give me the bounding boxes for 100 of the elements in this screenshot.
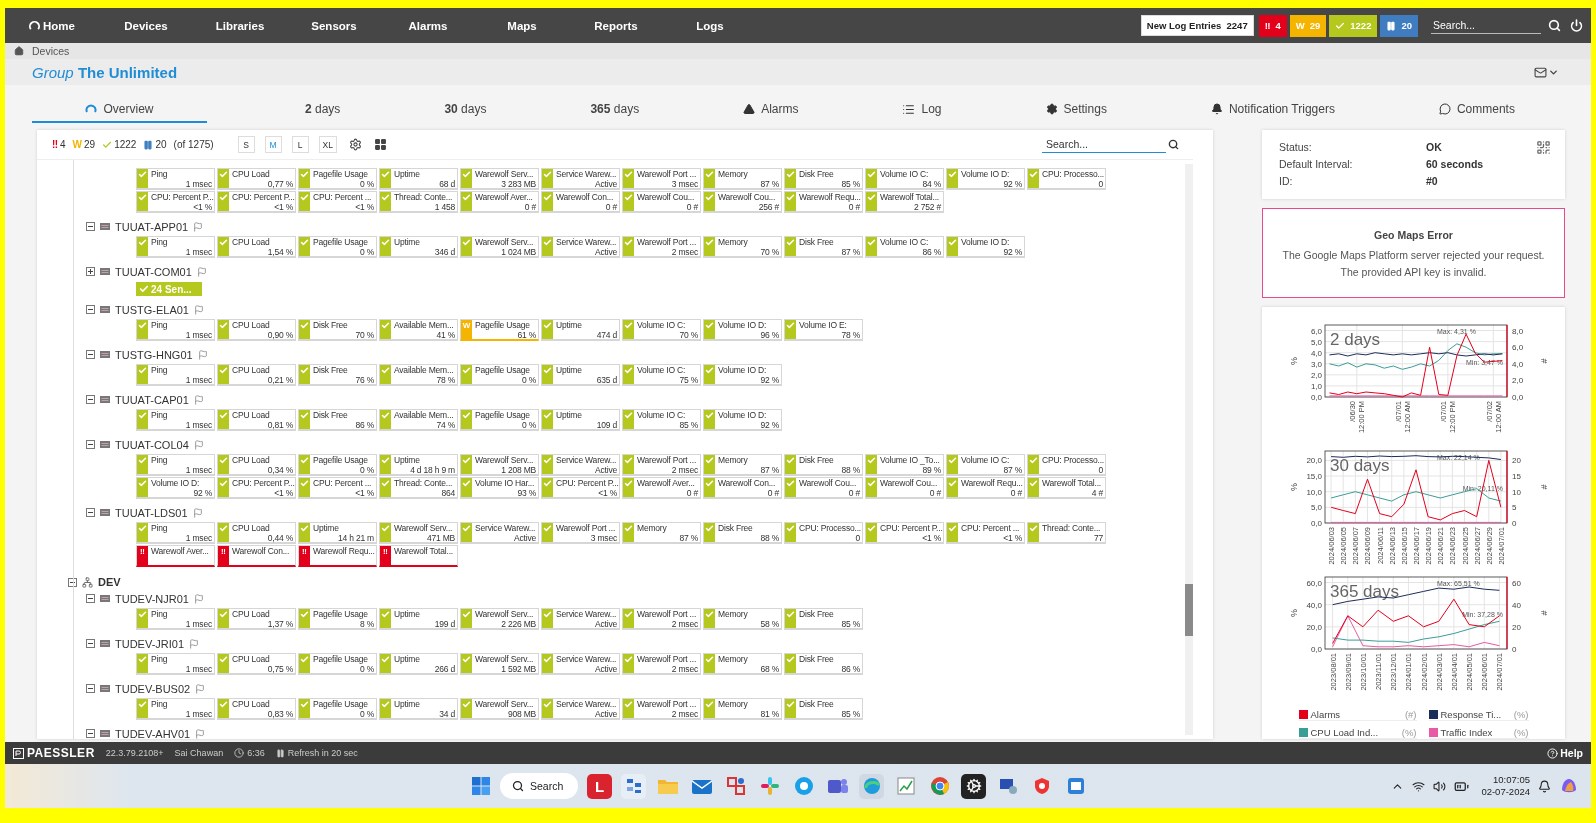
sensor-tile[interactable]: Uptime 68 d [379, 168, 458, 190]
sensor-tile[interactable]: Warewolf Con... 0 # [703, 477, 782, 499]
device-name[interactable]: TUSTG-ELA01 [115, 303, 189, 316]
grid-icon[interactable] [374, 138, 387, 151]
sensor-tile[interactable]: Ping 1 msec [136, 608, 215, 630]
grid-app-icon[interactable] [621, 773, 646, 799]
sensor-tile[interactable]: Disk Free 85 % [784, 168, 863, 190]
search-icon[interactable] [1168, 139, 1179, 150]
bell-icon[interactable] [1538, 779, 1551, 793]
nav-link[interactable]: Alarms [381, 19, 475, 32]
collapse-icon[interactable] [86, 222, 95, 231]
sensor-tile[interactable]: Warewolf Total... 4 # [1027, 477, 1106, 499]
wifi-icon[interactable] [1412, 779, 1426, 793]
sensor-tile[interactable]: Service Warew... Active [541, 653, 620, 675]
sensor-tile[interactable]: Warewolf Aver... 0 # [460, 191, 539, 213]
sensor-tile[interactable]: Memory 68 % [703, 653, 782, 675]
collapse-icon[interactable] [86, 594, 95, 603]
size-button[interactable]: L [291, 136, 309, 153]
device-name[interactable]: TUUAT-LDS01 [115, 506, 188, 519]
tab[interactable]: 2 days [299, 97, 347, 123]
sensor-tile[interactable]: Memory 87 % [703, 454, 782, 476]
nav-link[interactable]: Home [5, 19, 99, 32]
status-count[interactable]: 20 [143, 139, 167, 150]
collapse-icon[interactable] [86, 350, 95, 359]
sensor-tile[interactable]: Pagefile Usage 0 % [298, 236, 377, 258]
sensor-tile[interactable]: CPU Load 1,37 % [217, 608, 296, 630]
nav-link[interactable]: Maps [475, 19, 569, 32]
device-name[interactable]: TUUAT-COL04 [115, 438, 189, 451]
sensor-tile[interactable]: CPU: Percent P... <1 % [541, 477, 620, 499]
clock-time[interactable]: 10:07:05 [1493, 774, 1530, 786]
tab[interactable]: Alarms [737, 97, 805, 123]
sensor-tile[interactable]: Memory 58 % [703, 608, 782, 630]
sensor-tile[interactable]: Volume IO D: 92 % [136, 477, 215, 499]
size-button[interactable]: M [264, 136, 282, 153]
sensor-tile[interactable]: Warewolf Aver... 0 # [622, 477, 701, 499]
sensor-tile[interactable]: Ping 1 msec [136, 168, 215, 190]
app-icon[interactable]: L [587, 773, 612, 799]
sensor-tile[interactable]: CPU Load 0,34 % [217, 454, 296, 476]
taskbar-search[interactable]: Search [500, 773, 578, 799]
sensor-tile[interactable]: Warewolf Requ... 0 # [784, 191, 863, 213]
sensor-tile[interactable]: Warewolf Con... 0 # [541, 191, 620, 213]
tab[interactable]: 30 days [438, 97, 493, 123]
sensor-tile[interactable]: CPU Load 0,21 % [217, 364, 296, 386]
sensor-tile[interactable]: Ping 1 msec [136, 236, 215, 258]
sensor-tile[interactable]: Pagefile Usage 0 % [298, 698, 377, 720]
sensor-tile[interactable]: Memory 81 % [703, 698, 782, 720]
sensor-tile[interactable]: ‼ Warewolf Total... [379, 545, 458, 567]
nav-link[interactable]: Logs [663, 19, 757, 32]
sensor-tile[interactable]: Ping 1 msec [136, 409, 215, 431]
sensor-tile[interactable]: CPU: Processo... 0 [784, 522, 863, 544]
sensor-tile[interactable]: Pagefile Usage 0 % [460, 409, 539, 431]
clock-date[interactable]: 02-07-2024 [1481, 786, 1530, 798]
sensor-tile[interactable]: Uptime 635 d [541, 364, 620, 386]
sensor-tile[interactable]: CPU: Percent P... <1 % [217, 191, 296, 213]
tab[interactable]: Notification Triggers [1204, 97, 1341, 123]
sensor-tile[interactable]: ‼ Warewolf Requ... [298, 545, 377, 567]
power-icon[interactable] [1570, 19, 1583, 32]
legend-item[interactable]: Alarms (#) [1298, 709, 1417, 721]
sensor-tile[interactable]: Ping 1 msec [136, 364, 215, 386]
sensor-tile[interactable]: Volume IO C: 85 % [622, 409, 701, 431]
collapse-icon[interactable] [86, 440, 95, 449]
device-name[interactable]: TUDEV-BUS02 [115, 682, 191, 695]
mail-icon[interactable] [1534, 65, 1547, 79]
sensor-tile[interactable]: Warewolf Cou... 256 # [703, 191, 782, 213]
sensor-tile[interactable]: Ping 1 msec [136, 454, 215, 476]
sensor-tile[interactable]: CPU: Percent ... <1 % [298, 191, 377, 213]
sensor-tile[interactable]: Uptime 109 d [541, 409, 620, 431]
status-count[interactable]: W 29 [72, 139, 96, 150]
log-entries-button[interactable]: New Log Entries 2247 [1140, 15, 1254, 36]
sensor-tile[interactable]: Ping 1 msec [136, 522, 215, 544]
sensor-tile[interactable]: Warewolf Cou... 0 # [784, 477, 863, 499]
gear-app-icon[interactable] [961, 773, 986, 799]
collapse-icon[interactable] [86, 639, 95, 648]
sensor-tile[interactable]: Warewolf Requ... 0 # [946, 477, 1025, 499]
sensor-tile[interactable]: Memory 87 % [703, 168, 782, 190]
sensor-tile[interactable]: Warewolf Cou... 0 # [622, 191, 701, 213]
sensor-tile[interactable]: CPU: Processo... 0 [1027, 454, 1106, 476]
help-link[interactable]: Help [1547, 747, 1583, 759]
sensor-tile[interactable]: CPU Load 0,75 % [217, 653, 296, 675]
sensor-tile[interactable]: Available Mem... 78 % [379, 364, 458, 386]
sensor-tile[interactable]: Volume IO C: 86 % [865, 236, 944, 258]
sensor-tile[interactable]: CPU: Percent P... <1 % [865, 522, 944, 544]
sensor-tile[interactable]: Warewolf Port ... 2 msec [622, 236, 701, 258]
sensor-tile[interactable]: Volume IO D: 96 % [703, 319, 782, 341]
sensor-tile[interactable]: CPU Load 0,44 % [217, 522, 296, 544]
sensor-tile[interactable]: Thread: Conte... 77 [1027, 522, 1106, 544]
sensor-tile[interactable]: Volume IO _To... 89 % [865, 454, 944, 476]
legend-item[interactable]: Response Ti... (%) [1428, 709, 1529, 721]
status-count[interactable]: 1222 [102, 139, 137, 150]
sensor-tile[interactable]: Uptime 266 d [379, 653, 458, 675]
sensor-tile[interactable]: Warewolf Port ... 2 msec [622, 653, 701, 675]
nav-link[interactable]: Sensors [287, 19, 381, 32]
group-name[interactable]: DEV [98, 576, 121, 588]
sensor-tile[interactable]: Disk Free 87 % [784, 236, 863, 258]
tab[interactable]: Comments [1432, 97, 1521, 123]
sensor-tile[interactable]: Ping 1 msec [136, 319, 215, 341]
sensor-tile[interactable]: Uptime 4 d 18 h 9 m [379, 454, 458, 476]
sensor-tile[interactable]: Warewolf Total... 2 752 # [865, 191, 944, 213]
sensor-tile[interactable]: ‼ Warewolf Con... [217, 545, 296, 567]
device-name[interactable]: TUDEV-JRI01 [115, 637, 185, 650]
